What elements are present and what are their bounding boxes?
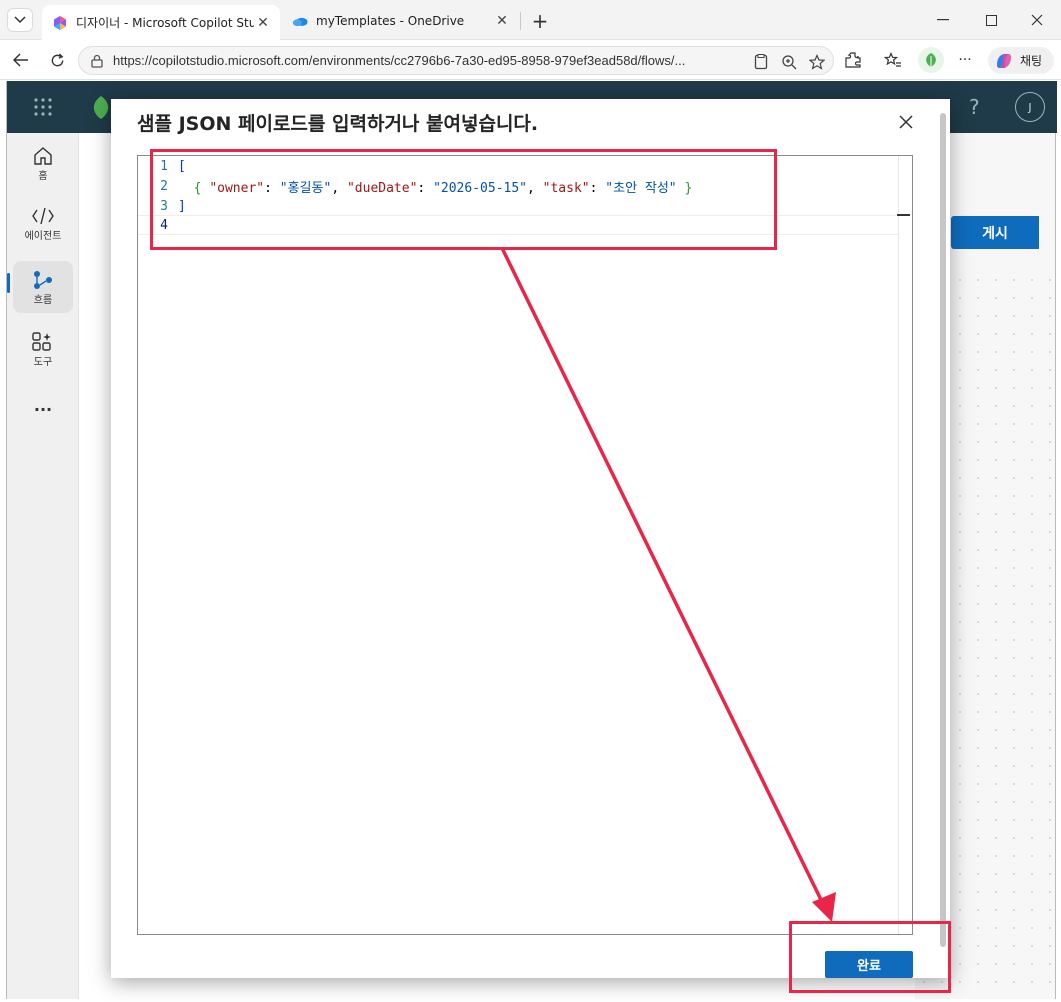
arrow-head-icon <box>812 892 836 922</box>
annotation-arrow <box>500 247 836 922</box>
